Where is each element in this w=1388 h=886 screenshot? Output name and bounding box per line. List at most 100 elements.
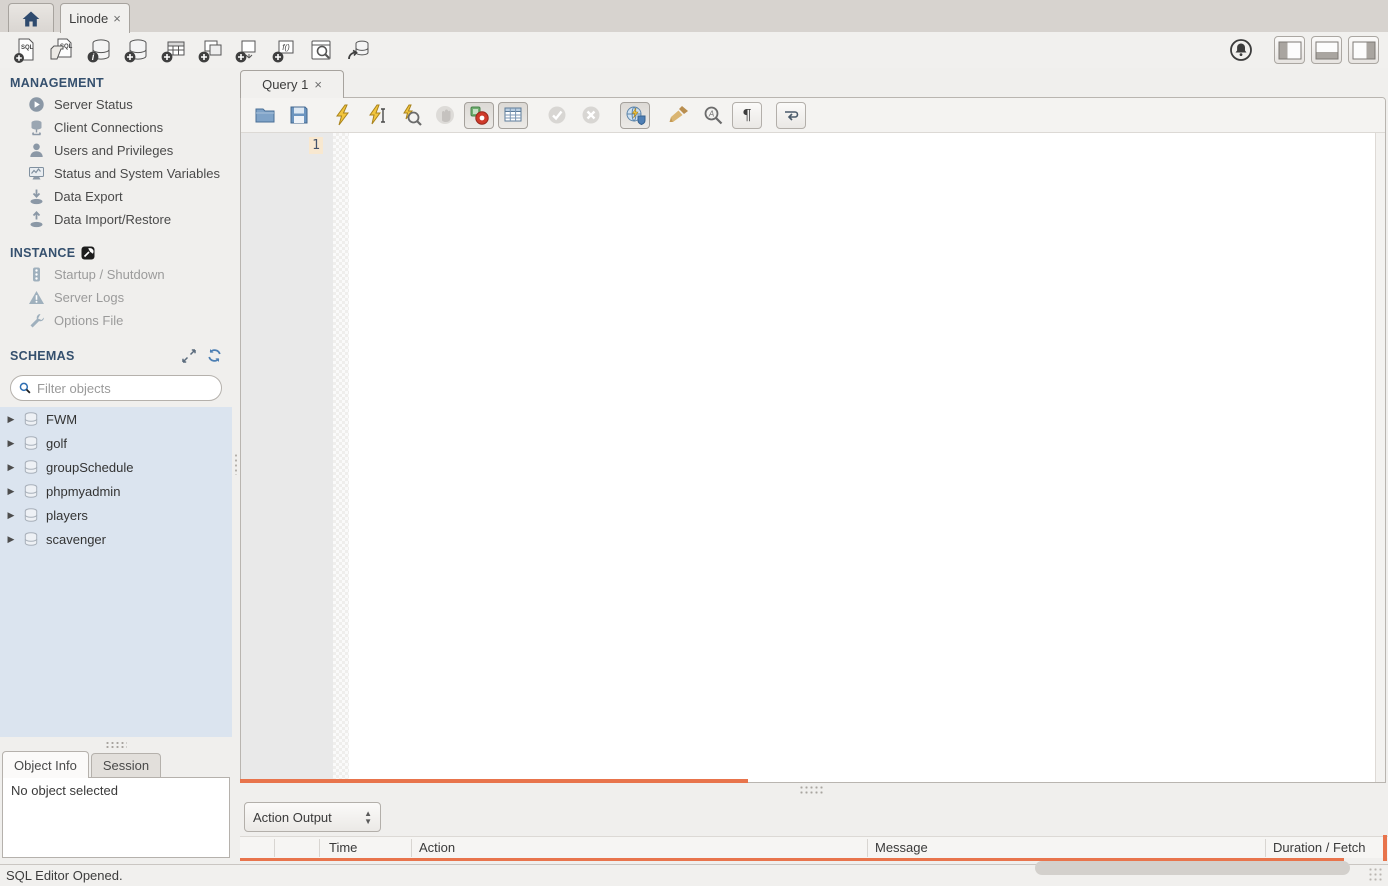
output-splitter-handle[interactable] xyxy=(799,785,825,795)
create-function-button[interactable]: f() xyxy=(266,34,303,66)
schema-row-fwm[interactable]: ▶ FWM xyxy=(0,407,232,431)
column-header-message[interactable]: Message xyxy=(875,840,928,855)
beautify-button[interactable] xyxy=(664,102,694,129)
object-info-panel: No object selected xyxy=(2,777,230,858)
expander-icon[interactable]: ▶ xyxy=(6,510,16,521)
home-icon xyxy=(20,9,42,29)
editor-vertical-scrollbar[interactable] xyxy=(1375,133,1385,782)
object-info-text: No object selected xyxy=(11,783,118,798)
limit-rows-button[interactable] xyxy=(498,102,528,129)
execute-current-icon xyxy=(366,104,388,126)
fold-margin xyxy=(333,133,349,782)
content-area: Query 1 × xyxy=(239,68,1388,864)
close-icon[interactable]: × xyxy=(314,78,322,91)
sidebar-item-status-system-variables[interactable]: Status and System Variables xyxy=(0,162,232,185)
info-tabs: Object Info Session xyxy=(0,751,232,778)
open-folder-icon xyxy=(254,104,276,126)
execute-current-button[interactable] xyxy=(362,102,392,129)
toggle-wrap-button[interactable] xyxy=(776,102,806,129)
sidebar-item-server-logs[interactable]: Server Logs xyxy=(0,286,232,309)
server-instance-icon xyxy=(28,266,45,283)
toggle-left-panel-button[interactable] xyxy=(1274,36,1305,64)
execute-button[interactable] xyxy=(328,102,358,129)
schema-filter-input[interactable] xyxy=(37,381,213,396)
create-table-button[interactable] xyxy=(155,34,192,66)
column-header-duration[interactable]: Duration / Fetch xyxy=(1273,840,1366,855)
sql-editor-toolbar: A ¶ xyxy=(241,98,1385,133)
sidebar-item-data-import[interactable]: Data Import/Restore xyxy=(0,208,232,231)
search-table-data-button[interactable] xyxy=(303,34,340,66)
expander-icon[interactable]: ▶ xyxy=(6,462,16,473)
create-procedure-button[interactable] xyxy=(229,34,266,66)
open-file-button[interactable] xyxy=(250,102,280,129)
sql-editor-body: 1 xyxy=(241,133,1385,782)
schema-tree: ▶ FWM ▶ golf ▶ groupSchedule ▶ phpmyadmi… xyxy=(0,407,232,737)
editor-horizontal-scrollbar[interactable] xyxy=(240,779,748,783)
create-procedure-icon xyxy=(234,37,261,64)
resize-grip[interactable] xyxy=(1368,867,1384,883)
tab-session[interactable]: Session xyxy=(91,753,161,778)
svg-text:¶: ¶ xyxy=(742,106,752,124)
schema-row-phpmyadmin[interactable]: ▶ phpmyadmin xyxy=(0,479,232,503)
sidebar-item-options-file[interactable]: Options File xyxy=(0,309,232,332)
expander-icon[interactable]: ▶ xyxy=(6,414,16,425)
schema-row-scavenger[interactable]: ▶ scavenger xyxy=(0,527,232,551)
expander-icon[interactable]: ▶ xyxy=(6,534,16,545)
schemas-header-label: SCHEMAS xyxy=(10,349,75,363)
sidebar-item-startup-shutdown[interactable]: Startup / Shutdown xyxy=(0,263,232,286)
instance-header-label: INSTANCE xyxy=(10,246,75,260)
home-tab[interactable] xyxy=(8,3,54,33)
schema-icon xyxy=(23,507,39,523)
sql-text-area[interactable] xyxy=(349,133,1375,782)
expander-icon[interactable]: ▶ xyxy=(6,486,16,497)
sidebar-splitter-handle[interactable] xyxy=(0,737,232,751)
open-sql-script-button[interactable]: SQL xyxy=(44,34,81,66)
output-horizontal-scrollbar[interactable] xyxy=(1035,861,1350,875)
sidebar-item-data-export[interactable]: Data Export xyxy=(0,185,232,208)
create-schema-button[interactable] xyxy=(118,34,155,66)
search-icon xyxy=(19,380,31,396)
tab-object-info[interactable]: Object Info xyxy=(2,751,89,778)
sidebar-item-label: Users and Privileges xyxy=(54,143,173,158)
schema-row-groupschedule[interactable]: ▶ groupSchedule xyxy=(0,455,232,479)
show-invisibles-button[interactable]: ¶ xyxy=(732,102,762,129)
explain-button[interactable] xyxy=(396,102,426,129)
toggle-bottom-panel-button[interactable] xyxy=(1311,36,1342,64)
expand-icon[interactable] xyxy=(182,349,196,363)
refresh-icon[interactable] xyxy=(207,348,222,363)
toggle-right-panel-button[interactable] xyxy=(1348,36,1379,64)
warning-icon xyxy=(28,289,45,306)
sidebar-item-label: Client Connections xyxy=(54,120,163,135)
find-button[interactable]: A xyxy=(698,102,728,129)
schema-row-players[interactable]: ▶ players xyxy=(0,503,232,527)
users-icon xyxy=(28,142,45,159)
connection-tab-linode[interactable]: Linode × xyxy=(60,3,130,33)
expander-icon[interactable]: ▶ xyxy=(6,438,16,449)
sidebar-item-label: Options File xyxy=(54,313,123,328)
line-number-gutter: 1 xyxy=(241,133,333,782)
close-icon[interactable]: × xyxy=(113,12,121,25)
sidebar-item-client-connections[interactable]: Client Connections xyxy=(0,116,232,139)
sidebar-item-server-status[interactable]: Server Status xyxy=(0,93,232,116)
create-view-button[interactable] xyxy=(192,34,229,66)
column-header-action[interactable]: Action xyxy=(419,840,455,855)
reconnect-dbms-button[interactable] xyxy=(340,34,377,66)
schema-icon xyxy=(23,435,39,451)
schema-row-golf[interactable]: ▶ golf xyxy=(0,431,232,455)
notifications-button[interactable] xyxy=(1228,37,1254,63)
toggle-stop-on-error-button[interactable] xyxy=(464,102,494,129)
new-sql-tab-button[interactable]: SQL xyxy=(7,34,44,66)
output-type-label: Action Output xyxy=(253,810,364,825)
panel-left-icon xyxy=(1278,41,1302,60)
output-type-select[interactable]: Action Output ▲▼ xyxy=(244,802,381,832)
query-tab[interactable]: Query 1 × xyxy=(240,70,344,98)
toggle-autocommit-button[interactable] xyxy=(620,102,650,129)
save-button[interactable] xyxy=(284,102,314,129)
schema-icon xyxy=(23,411,39,427)
sidebar-content-splitter[interactable] xyxy=(232,68,239,864)
column-header-time[interactable]: Time xyxy=(329,840,357,855)
output-vertical-scrollbar[interactable] xyxy=(1383,835,1387,861)
sidebar-item-users-privileges[interactable]: Users and Privileges xyxy=(0,139,232,162)
inspect-database-button[interactable]: i xyxy=(81,34,118,66)
connection-tab-label: Linode xyxy=(69,11,108,26)
